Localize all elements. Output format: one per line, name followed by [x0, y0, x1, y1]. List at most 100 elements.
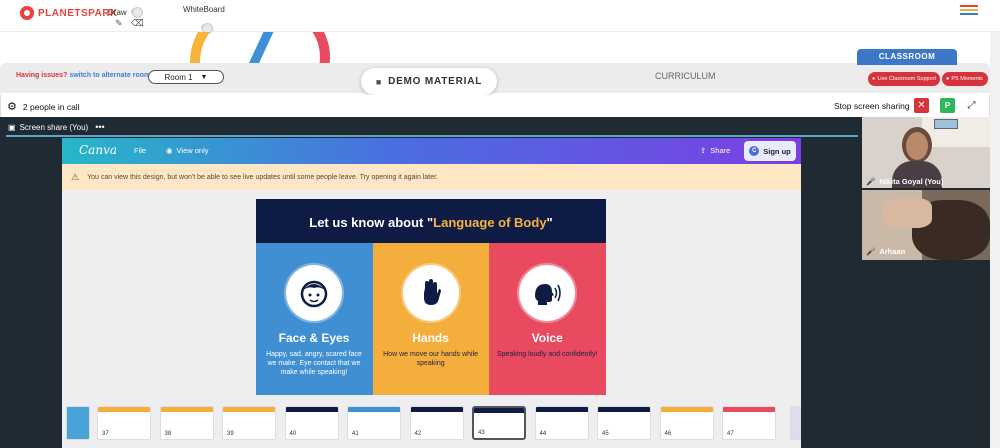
participant-name-self-text: Nikita Goyal (You) [879, 177, 944, 186]
view-only-warning: ⚠ You can view this design, but won't be… [62, 164, 801, 190]
canva-share-button[interactable]: ⇪ Share [700, 146, 730, 155]
participant-name-self: 🎤 Nikita Goyal (You) [866, 177, 943, 186]
slide: Let us know about "Language of Body" Fac… [256, 199, 606, 395]
thumbnail-slide[interactable]: 43 [472, 406, 526, 440]
microphone-icon: 🎤 [866, 247, 876, 256]
thumbnail-slide[interactable]: 42 [409, 406, 464, 440]
face-heading: Face & Eyes [278, 331, 350, 345]
stop-sharing-label[interactable]: Stop screen sharing [834, 101, 910, 111]
people-count-text: 2 people in call [22, 101, 80, 112]
stop-sharing-button[interactable]: ✕ [914, 98, 929, 113]
live-support-button[interactable]: ● Live Classroom Support [868, 72, 940, 86]
slide-column-voice: Voice Speaking loudly and confidently! [489, 243, 606, 395]
canva-viewer: Canva File ◉ View only ⇪ Share C Sign up… [62, 138, 801, 448]
thumbnail-number: 37 [102, 431, 109, 437]
hands-heading: Hands [412, 331, 449, 345]
screen-share-header: ▣ Screen share (You) ••• [8, 122, 105, 132]
room-select[interactable]: Room 1 ▼ [148, 70, 224, 84]
thumbnail-slide[interactable]: 44 [534, 406, 589, 440]
eraser-icon[interactable]: ⌫ [131, 18, 144, 29]
page-scrollbar[interactable] [990, 32, 1000, 448]
expand-icon[interactable]: ⤢ [964, 98, 979, 113]
red-arc [220, 32, 330, 63]
thumbnail-number: 41 [352, 431, 359, 437]
voice-heading: Voice [531, 331, 563, 345]
thumbnail-slide[interactable]: 39 [222, 406, 276, 440]
thumbnail-number: 45 [602, 431, 609, 437]
camera-icon: ● [946, 76, 950, 82]
whiteboard-label: WhiteBoard [183, 5, 225, 14]
thumbnail-slide[interactable]: 40 [284, 406, 339, 440]
share-underline [6, 135, 858, 137]
thumbnail-header-bar [160, 407, 213, 412]
draw-toggle[interactable] [131, 7, 143, 18]
logo: PLANETSPARK [20, 5, 118, 21]
thumbnail-slide[interactable]: 45 [597, 406, 651, 440]
more-options-icon[interactable]: ••• [95, 122, 104, 132]
eye-icon: ◉ [166, 146, 173, 155]
canva-c-icon: C [749, 146, 760, 156]
pencil-icon[interactable]: ✎ [115, 18, 123, 29]
classroom-tab[interactable]: CLASSROOM [857, 49, 957, 65]
top-bar [0, 0, 1000, 32]
logo-text: PLANETSPARK [38, 7, 118, 19]
thumbnail-header-bar [285, 407, 338, 412]
canva-logo[interactable]: Canva [79, 143, 117, 157]
close-icon: ✕ [917, 100, 926, 111]
avatar[interactable]: P [940, 98, 955, 113]
thumbnail-header-bar [474, 408, 524, 413]
thumbnail-partial[interactable] [66, 406, 90, 440]
sign-up-button[interactable]: C Sign up [744, 141, 796, 161]
thumbnail-slide[interactable]: 47 [722, 406, 776, 440]
info-icon: ● [872, 76, 876, 82]
thumbnail-slide[interactable]: 38 [159, 406, 214, 440]
thumbnail-next-partial[interactable] [790, 406, 801, 440]
issues-notice: Having issues? switch to alternate room [16, 72, 150, 79]
thumbnail-number: 44 [539, 431, 547, 437]
thumbnail-header-bar [723, 407, 775, 412]
menu-icon[interactable] [960, 5, 978, 17]
view-only-label: View only [176, 146, 209, 155]
thumbnail-header-bar [98, 407, 150, 412]
live-support-label: Live Classroom Support [877, 76, 937, 82]
share-icon: ⇪ [700, 146, 707, 155]
demo-material-label: DEMO MATERIAL [388, 76, 483, 87]
ps-moments-label: PS Moments [951, 76, 983, 82]
screen-icon: ▣ [8, 122, 16, 132]
alternate-room-link[interactable]: switch to alternate room [69, 72, 150, 79]
thumbnail-slide[interactable]: 46 [659, 406, 714, 440]
whiteboard-toggle[interactable] [201, 23, 213, 34]
blur-hand [882, 198, 932, 228]
triangle-down-icon: ▼ [200, 73, 208, 81]
curriculum-tab[interactable]: CURRICULUM [655, 71, 716, 81]
voice-text: Speaking loudly and confidently! [496, 351, 598, 358]
participant-face [906, 132, 928, 160]
thumbnail-header-bar [410, 407, 463, 412]
canva-share-label: Share [710, 146, 731, 155]
hand-icon [400, 263, 461, 323]
microphone-icon: 🎤 [866, 177, 876, 186]
slide-title-suffix: " [546, 215, 553, 230]
participant-tile-arhaan[interactable]: 🎤 Arhaan [862, 190, 990, 260]
ps-moments-button[interactable]: ● PS Moments [942, 72, 988, 86]
view-only-button[interactable]: ◉ View only [166, 146, 209, 155]
thumbnail-strip: 37 38 39 40 41 42 43 44 45 46 47 [62, 404, 801, 448]
thumbnail-number: 38 [164, 431, 172, 437]
slide-column-face: Face & Eyes Happy, sad, angry, scared fa… [256, 243, 373, 395]
thumbnail-header-bar [223, 407, 275, 412]
thumbnail-number: 47 [727, 431, 734, 437]
thumbnail-slide[interactable]: 37 [97, 406, 151, 440]
canva-file-menu[interactable]: File [134, 146, 146, 155]
thumbnail-number: 46 [664, 431, 672, 437]
thumbnail-number: 40 [289, 431, 297, 437]
issues-prefix: Having issues? [16, 72, 68, 79]
gear-icon[interactable]: ⚙ [7, 100, 17, 113]
warning-icon: ⚠ [71, 171, 80, 182]
participant-name-arhaan-text: Arhaan [879, 247, 906, 256]
hero-decoration [190, 32, 330, 63]
thumbnail-header-bar [348, 407, 400, 412]
thumbnail-slide[interactable]: 41 [347, 406, 401, 440]
demo-material-button[interactable]: ■ DEMO MATERIAL [361, 68, 497, 95]
thumbnail-number: 39 [227, 431, 234, 437]
participant-tile-self[interactable]: 🎤 Nikita Goyal (You) [862, 117, 990, 188]
